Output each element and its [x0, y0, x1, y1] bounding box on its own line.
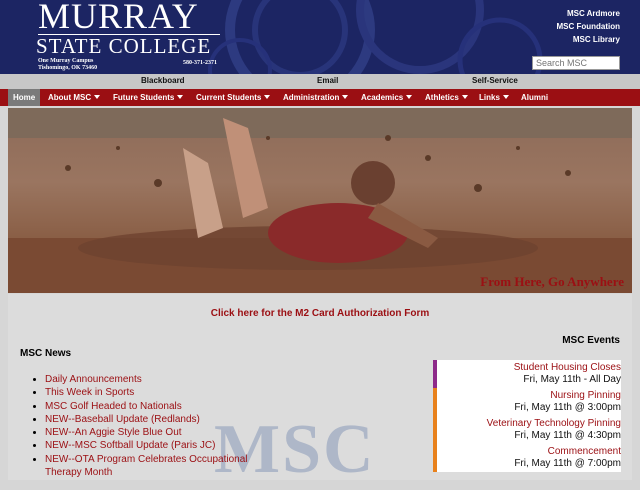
- link-self-service[interactable]: Self-Service: [472, 76, 518, 85]
- nav-current-students-label: Current Students: [196, 93, 262, 102]
- nav-current-students[interactable]: Current Students: [196, 89, 271, 106]
- nav-future-students[interactable]: Future Students: [113, 89, 184, 106]
- nav-academics[interactable]: Academics: [361, 89, 413, 106]
- nav-about-msc-label: About MSC: [48, 93, 92, 102]
- event-date: Fri, May 11th @ 7:00pm: [514, 458, 621, 469]
- event-date: Fri, May 11th - All Day: [523, 374, 621, 385]
- event-title: Veterinary Technology Pinning: [486, 418, 621, 429]
- event-item[interactable]: Nursing Pinning Fri, May 11th @ 3:00pm: [433, 388, 621, 416]
- news-item[interactable]: NEW--OTA Program Celebrates Occupational…: [45, 453, 275, 480]
- news-item[interactable]: NEW--An Aggie Style Blue Out: [45, 426, 275, 439]
- chevron-down-icon: [177, 95, 184, 99]
- link-msc-ardmore[interactable]: MSC Ardmore: [567, 9, 620, 18]
- nav-links-label: Links: [479, 93, 500, 102]
- m2-card-form-link[interactable]: Click here for the M2 Card Authorization…: [8, 308, 632, 319]
- chevron-down-icon: [342, 95, 349, 99]
- news-item[interactable]: NEW--Baseball Update (Redlands): [45, 413, 275, 426]
- nav-athletics[interactable]: Athletics: [425, 89, 468, 106]
- nav-about-msc[interactable]: About MSC: [48, 89, 101, 106]
- search-input[interactable]: [532, 56, 620, 70]
- nav-home[interactable]: Home: [8, 89, 41, 106]
- hero-mud-slide-image: [8, 108, 632, 293]
- event-title: Student Housing Closes: [513, 362, 621, 373]
- link-blackboard[interactable]: Blackboard: [141, 76, 185, 85]
- chevron-down-icon: [264, 95, 271, 99]
- logo-line2: STATE COLLEGE: [36, 34, 212, 58]
- link-msc-library[interactable]: MSC Library: [573, 35, 620, 44]
- chevron-down-icon: [94, 95, 101, 99]
- nav-academics-label: Academics: [361, 93, 404, 102]
- nav-athletics-label: Athletics: [425, 93, 459, 102]
- event-title: Nursing Pinning: [550, 390, 621, 401]
- utility-bar: Blackboard Email Self-Service: [0, 74, 640, 89]
- nav-administration-label: Administration: [283, 93, 340, 102]
- news-item[interactable]: This Week in Sports: [45, 386, 275, 399]
- event-date: Fri, May 11th @ 4:30pm: [514, 430, 621, 441]
- events-heading: MSC Events: [562, 335, 620, 346]
- phone-number: 580-371-2371: [183, 60, 217, 66]
- link-msc-foundation[interactable]: MSC Foundation: [556, 22, 620, 31]
- chevron-down-icon: [406, 95, 413, 99]
- hero-tagline: From Here, Go Anywhere: [480, 274, 624, 289]
- nav-future-students-label: Future Students: [113, 93, 175, 102]
- event-item[interactable]: Student Housing Closes Fri, May 11th - A…: [433, 360, 621, 388]
- news-item[interactable]: Daily Announcements: [45, 373, 275, 386]
- hero-banner[interactable]: From Here, Go Anywhere: [8, 108, 632, 293]
- news-item[interactable]: MSC Golf Headed to Nationals: [45, 400, 275, 413]
- link-email[interactable]: Email: [317, 76, 338, 85]
- nav-alumni[interactable]: Alumni: [521, 89, 548, 106]
- news-item[interactable]: NEW--MSC Softball Update (Paris JC): [45, 439, 275, 452]
- event-item[interactable]: Commencement Fri, May 11th @ 7:00pm: [433, 444, 621, 472]
- chevron-down-icon: [502, 95, 509, 99]
- chevron-down-icon: [461, 95, 468, 99]
- main-nav: Home About MSC Future Students Current S…: [0, 89, 640, 106]
- news-heading: MSC News: [20, 348, 72, 359]
- event-date: Fri, May 11th @ 3:00pm: [514, 402, 621, 413]
- nav-alumni-label: Alumni: [521, 93, 549, 102]
- event-title: Commencement: [547, 446, 621, 457]
- main-content: Click here for the M2 Card Authorization…: [8, 294, 632, 488]
- nav-home-label: Home: [13, 93, 36, 102]
- nav-administration[interactable]: Administration: [283, 89, 349, 106]
- event-item[interactable]: Veterinary Technology Pinning Fri, May 1…: [433, 416, 621, 444]
- site-header: MURRAY STATE COLLEGE One Murray Campus T…: [0, 0, 640, 74]
- news-list: Daily Announcements This Week in Sports …: [34, 373, 275, 479]
- nav-links[interactable]: Links: [479, 89, 509, 106]
- address-line2: Tishomingo, OK 73460: [38, 65, 98, 71]
- logo-line1: MURRAY: [38, 0, 199, 36]
- address-line1: One Murray Campus: [38, 58, 94, 64]
